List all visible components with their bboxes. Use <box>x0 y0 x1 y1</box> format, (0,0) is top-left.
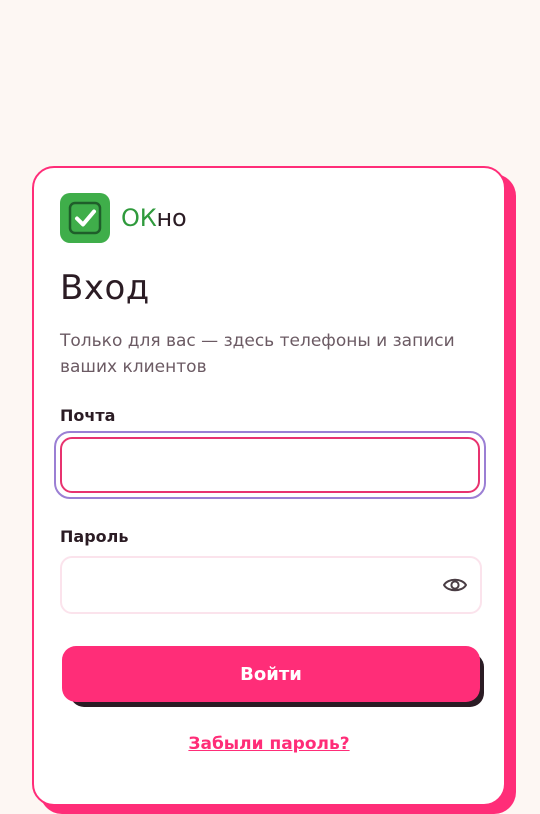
login-card: ОКно Вход Только для вас — здесь телефон… <box>32 166 506 806</box>
page-title: Вход <box>60 268 150 308</box>
brand-name-rest: но <box>156 204 187 232</box>
brand-logo: ОКно <box>60 193 187 243</box>
email-label: Почта <box>60 406 116 425</box>
login-button[interactable]: Войти <box>62 646 480 702</box>
brand-name: ОКно <box>121 204 187 232</box>
eye-icon[interactable] <box>442 573 468 597</box>
checkbox-check-icon <box>60 193 110 243</box>
email-focus-ring <box>54 431 486 499</box>
page-subtitle: Только для вас — здесь телефоны и записи… <box>60 331 455 377</box>
email-field[interactable] <box>60 437 480 493</box>
password-field-wrap <box>60 556 482 614</box>
password-label: Пароль <box>60 527 129 546</box>
password-field[interactable] <box>60 556 482 614</box>
brand-name-accent: ОК <box>121 204 157 232</box>
forgot-password-link[interactable]: Забыли пароль? <box>34 734 504 754</box>
